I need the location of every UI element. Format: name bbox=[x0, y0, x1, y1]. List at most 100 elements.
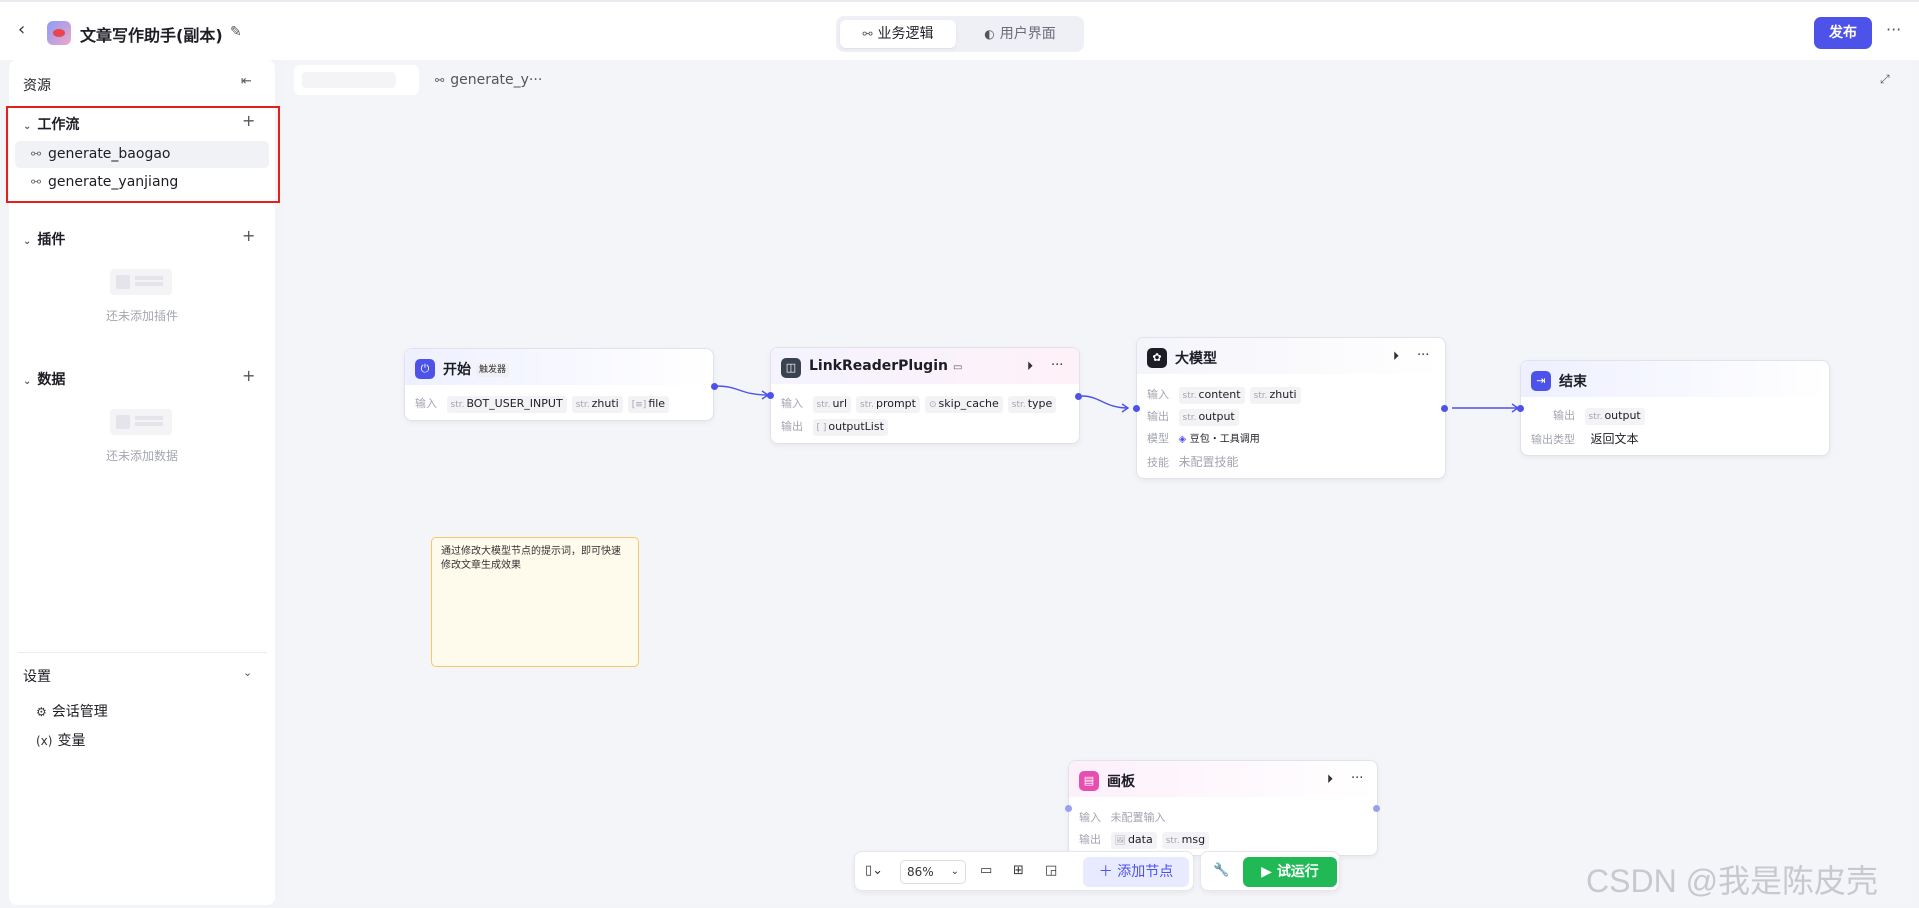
watermark: CSDN @我是陈皮壳 bbox=[1586, 863, 1879, 899]
node-board[interactable]: ▤ 画板 ⏵ ··· 输入 未配置输入 输出 🖼 data str. msg bbox=[1065, 760, 1380, 856]
tab-user-interface[interactable]: ◐ 用户界面 bbox=[960, 20, 1080, 48]
node-title: 画板 bbox=[1107, 774, 1135, 790]
run-node-icon[interactable]: ⏵ bbox=[1027, 359, 1033, 374]
setting-variables[interactable]: (x) 变量 bbox=[36, 730, 85, 750]
plugin-empty-text: 还未添加插件 bbox=[105, 309, 178, 323]
node-outputs: 输出 🖼 data str. msg bbox=[1079, 831, 1214, 849]
setting-session-management[interactable]: ⚙ 会话管理 bbox=[36, 701, 108, 721]
toolbar-main: ▯⌄ 86% ⌄ ▭ ⊞ ◲ ＋ 添加节点 bbox=[854, 851, 1194, 891]
node-outputs: 输出 [ ] outputList bbox=[781, 418, 893, 436]
chevron-down-icon: ⌄ bbox=[23, 376, 32, 387]
resource-sidebar: 资源 ⇤ ⌄ 工作流 + ⚯ generate_baogao ⚯ generate_y… bbox=[6, 60, 280, 905]
add-node-button[interactable]: ＋ 添加节点 bbox=[1083, 857, 1189, 887]
input-pill: str. content bbox=[1178, 387, 1245, 404]
wrench-icon[interactable]: 🔧 bbox=[1213, 863, 1229, 878]
chat-settings-icon: ⚙ bbox=[36, 705, 47, 719]
output-pill: 🖼 data bbox=[1110, 832, 1157, 849]
chevron-down-icon[interactable]: ⌄ bbox=[243, 666, 252, 679]
info-icon: ▭ bbox=[952, 362, 963, 373]
chevron-down-icon: ⌄ bbox=[23, 121, 32, 132]
llm-node-icon: ✿ bbox=[1147, 348, 1167, 368]
section-data[interactable]: ⌄ 数据 bbox=[23, 369, 65, 389]
input-port[interactable] bbox=[767, 392, 774, 399]
node-inputs: 输入 str. url str. prompt ⊙ skip_cache str. type bbox=[781, 395, 1061, 413]
sidebar-title: 资源 bbox=[23, 78, 51, 94]
back-arrow-icon[interactable]: ‹ bbox=[18, 20, 38, 40]
canvas-tab-placeholder[interactable] bbox=[294, 65, 419, 95]
input-pill: str. type bbox=[1007, 396, 1057, 413]
sticky-note[interactable]: 通过修改大模型节点的提示词，即可快速修改文章生成效果 bbox=[431, 537, 639, 667]
doubao-model-icon: ◈ bbox=[1178, 434, 1187, 445]
node-outputs: 输出 str. output bbox=[1147, 408, 1244, 426]
node-more-icon[interactable]: ··· bbox=[1351, 771, 1363, 786]
plus-icon: ＋ bbox=[1098, 864, 1118, 880]
fullscreen-icon[interactable]: ⤢ bbox=[1880, 72, 1890, 87]
workflow-icon: ⚯ bbox=[31, 175, 42, 189]
input-pill: [≡] file bbox=[627, 396, 670, 413]
node-outputs: 输出 str. output bbox=[1553, 407, 1650, 425]
settings-title[interactable]: 设置 bbox=[23, 666, 51, 686]
input-port[interactable] bbox=[1133, 405, 1140, 412]
output-pill: str. msg bbox=[1161, 832, 1210, 849]
input-pill: str. zhuti bbox=[571, 396, 623, 413]
variable-icon: (x) bbox=[36, 734, 53, 748]
mouse-mode-icon[interactable]: ▯⌄ bbox=[865, 863, 883, 878]
sidebar-item-generate-baogao[interactable]: ⚯ generate_baogao bbox=[15, 141, 269, 168]
zoom-select[interactable]: 86% ⌄ bbox=[900, 860, 966, 884]
board-node-icon: ▤ bbox=[1079, 771, 1099, 791]
add-plugin-button[interactable]: + bbox=[242, 226, 255, 245]
input-pill: str. BOT_USER_INPUT bbox=[446, 396, 567, 413]
more-options-icon[interactable]: ··· bbox=[1886, 20, 1901, 39]
output-port[interactable] bbox=[1075, 393, 1082, 400]
sidebar-item-generate-yanjiang[interactable]: ⚯ generate_yanjiang bbox=[15, 169, 269, 196]
node-end[interactable]: ⇥ 结束 输出 str. output 输出类型 返回文本 bbox=[1517, 360, 1830, 456]
start-node-icon: ⏻ bbox=[415, 359, 435, 379]
minimap-icon[interactable]: ◲ bbox=[1045, 863, 1057, 878]
output-port[interactable] bbox=[1441, 405, 1448, 412]
node-skill: 技能 未配置技能 bbox=[1147, 455, 1239, 469]
output-port[interactable] bbox=[711, 383, 718, 390]
node-more-icon[interactable]: ··· bbox=[1051, 358, 1063, 373]
run-node-icon[interactable]: ⏵ bbox=[1393, 349, 1399, 364]
node-title: 结束 bbox=[1559, 374, 1587, 390]
app-title: 文章写作助手(副本) bbox=[80, 26, 223, 45]
view-tabs: ⚯ 业务逻辑 ◐ 用户界面 bbox=[836, 16, 1084, 52]
chevron-down-icon: ⌄ bbox=[950, 866, 959, 877]
node-more-icon[interactable]: ··· bbox=[1417, 348, 1429, 363]
input-pill: str. prompt bbox=[856, 396, 920, 413]
test-run-button[interactable]: ▶ 试运行 bbox=[1243, 857, 1337, 887]
publish-button[interactable]: 发布 bbox=[1814, 17, 1872, 49]
input-pill: ⊙ skip_cache bbox=[924, 396, 1003, 413]
end-node-icon: ⇥ bbox=[1531, 371, 1551, 391]
workflow-icon: ⚯ bbox=[862, 27, 873, 41]
node-link-reader-plugin[interactable]: ◫ LinkReaderPlugin ▭ ⏵ ··· 输入 str. url str.… bbox=[767, 347, 1082, 444]
comment-icon[interactable]: ▭ bbox=[980, 863, 992, 878]
add-workflow-button[interactable]: + bbox=[242, 111, 255, 130]
empty-placeholder-icon bbox=[110, 409, 172, 435]
trigger-badge: 触发器 bbox=[476, 363, 510, 377]
top-bar: ‹ 文章写作助手(副本) ✎ ⚯ 业务逻辑 ◐ 用户界面 发布 ··· bbox=[0, 0, 1919, 60]
input-port[interactable] bbox=[1517, 405, 1524, 412]
node-title: LinkReaderPlugin ▭ bbox=[809, 358, 963, 374]
workflow-icon: ⚯ bbox=[435, 74, 445, 87]
node-inputs: 输入 str. BOT_USER_INPUT str. zhuti [≡] file bbox=[415, 395, 674, 413]
input-port[interactable] bbox=[1065, 805, 1072, 812]
canvas-toolbar: ▯⌄ 86% ⌄ ▭ ⊞ ◲ ＋ 添加节点 🔧 ▶ 试运行 bbox=[854, 851, 1340, 891]
output-port[interactable] bbox=[1373, 805, 1380, 812]
collapse-sidebar-icon[interactable]: ⇤ bbox=[241, 74, 252, 89]
add-data-button[interactable]: + bbox=[242, 366, 255, 385]
node-start[interactable]: ⏻ 开始 触发器 输入 str. BOT_USER_INPUT str. zhuti [≡… bbox=[404, 348, 718, 421]
section-plugin[interactable]: ⌄ 插件 bbox=[23, 229, 65, 249]
edit-icon[interactable]: ✎ bbox=[230, 24, 246, 40]
run-node-icon[interactable]: ⏵ bbox=[1327, 772, 1333, 787]
section-workflow[interactable]: ⌄ 工作流 bbox=[23, 114, 79, 134]
node-title: 开始 触发器 bbox=[443, 359, 510, 379]
divider bbox=[18, 652, 267, 653]
layout-grid-icon[interactable]: ⊞ bbox=[1013, 863, 1024, 878]
canvas-tab-workflow[interactable]: ⚯ generate_y··· bbox=[435, 72, 542, 88]
plugin-node-icon: ◫ bbox=[781, 358, 801, 378]
play-icon: ▶ bbox=[1261, 864, 1277, 880]
node-llm[interactable]: ✿ 大模型 ⏵ ··· 输入 str. content str. zhuti 输出 s… bbox=[1133, 337, 1448, 479]
tab-business-logic[interactable]: ⚯ 业务逻辑 bbox=[840, 20, 956, 48]
toolbar-run: 🔧 ▶ 试运行 bbox=[1200, 851, 1340, 891]
